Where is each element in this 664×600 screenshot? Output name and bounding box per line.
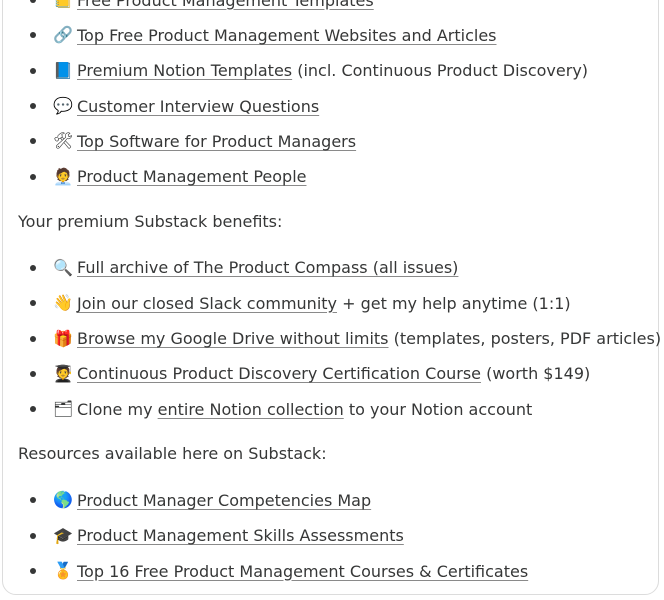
item-text: Clone my xyxy=(77,399,158,419)
resource-link[interactable]: Top Free Product Management Websites and… xyxy=(77,26,497,45)
link-icon: 🔗 xyxy=(53,25,73,45)
list-item: 🧑‍🎓 Continuous Product Discovery Certific… xyxy=(0,356,664,391)
tools-icon: 🛠 xyxy=(53,131,74,151)
list-item: 🎁 Browse my Google Drive without limits (… xyxy=(0,321,664,356)
notebook-icon: 📒 xyxy=(53,0,77,8)
resource-link[interactable]: Browse my Google Drive without limits xyxy=(77,329,389,348)
list-item: 📘 Premium Notion Templates (incl. Continu… xyxy=(0,53,664,88)
list-item: 🗂 Clone my entire Notion collection to yo… xyxy=(0,391,664,426)
resources-heading: Resources available here on Substack: xyxy=(18,444,327,464)
resource-link[interactable]: Join our closed Slack community xyxy=(77,294,337,313)
list-item: 🏅 Top 16 Free Product Management Courses … xyxy=(0,553,664,588)
folder-icon: 🗂 xyxy=(53,399,74,419)
magnifier-icon: 🔍 xyxy=(53,257,73,277)
resource-link[interactable]: entire Notion collection xyxy=(158,400,344,419)
resource-link[interactable]: Top 16 Free Product Management Courses &… xyxy=(77,562,528,581)
resource-link[interactable]: Top Software for Product Managers xyxy=(77,132,356,151)
item-note: (worth $149) xyxy=(481,364,591,384)
list-item: 💬 Customer Interview Questions xyxy=(0,88,664,123)
list-item: 🔗 Top Free Product Management Websites an… xyxy=(0,18,664,53)
resource-link[interactable]: Full archive of The Product Compass (all… xyxy=(77,258,458,277)
list-item: 🛠 Top Software for Product Managers xyxy=(0,124,664,159)
list-item: 🎓 Product Management Skills Assessments xyxy=(0,518,664,553)
blue-book-icon: 📘 xyxy=(53,60,73,80)
premium-benefits-heading: Your premium Substack benefits: xyxy=(18,211,283,231)
resource-link[interactable]: Premium Notion Templates xyxy=(77,61,292,80)
medal-icon: 🏅 xyxy=(53,561,73,580)
item-note: + get my help anytime (1:1) xyxy=(337,293,571,313)
premium-benefits-list: 🔍 Full archive of The Product Compass (al… xyxy=(0,250,664,426)
resource-link[interactable]: Free Product Management Templates xyxy=(77,0,374,10)
resource-link[interactable]: Continuous Product Discovery Certificati… xyxy=(77,364,481,383)
item-note: to your Notion account xyxy=(343,399,533,419)
resource-link[interactable]: Product Manager Competencies Map xyxy=(77,491,371,510)
resources-list: 🌎 Product Manager Competencies Map 🎓 Produc… xyxy=(0,483,664,589)
people-icon: 🧑‍💼 xyxy=(53,166,73,186)
student-icon: 🧑‍🎓 xyxy=(53,363,73,383)
list-item: 👋 Join our closed Slack community + get m… xyxy=(0,286,664,321)
resource-link[interactable]: Product Management Skills Assessments xyxy=(77,526,404,545)
item-note: (templates, posters, PDF articles) xyxy=(388,329,662,349)
speech-bubble-icon: 💬 xyxy=(53,96,73,116)
resource-link[interactable]: Customer Interview Questions xyxy=(77,97,319,116)
gift-icon: 🎁 xyxy=(53,328,73,348)
resource-link[interactable]: Product Management People xyxy=(77,167,306,186)
list-item: 🧑‍💼 Product Management People xyxy=(0,159,664,194)
list-item: 📒Free Product Management Templates xyxy=(0,0,664,18)
post-content: 📒Free Product Management Templates🔗Top F… xyxy=(0,0,664,589)
list-item: 🌎 Product Manager Competencies Map xyxy=(0,483,664,518)
globe-icon: 🌎 xyxy=(53,490,73,510)
waving-hand-icon: 👋 xyxy=(53,293,73,313)
graduation-cap-icon: 🎓 xyxy=(53,525,73,545)
item-note: (incl. Continuous Product Discovery) xyxy=(292,61,589,81)
templates-list: 📒Free Product Management Templates🔗Top F… xyxy=(0,0,664,194)
list-item: 🔍 Full archive of The Product Compass (al… xyxy=(0,250,664,285)
